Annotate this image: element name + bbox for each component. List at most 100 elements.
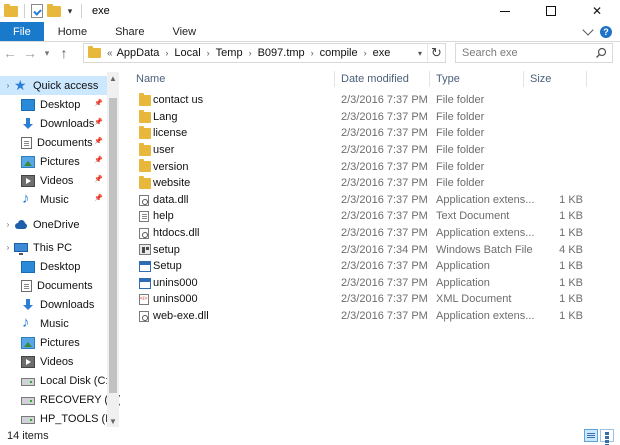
column-header-name[interactable]: Name xyxy=(130,71,335,87)
navigation-bar: ← → ▾ ↑ « AppData › Local › Temp › B097.… xyxy=(0,42,620,64)
sidebar-item-videos[interactable]: Videos 📌 xyxy=(0,171,107,190)
tab-view[interactable]: View xyxy=(158,22,210,41)
breadcrumb-b097-tmp[interactable]: B097.tmp xyxy=(258,47,305,59)
file-type: File folder xyxy=(436,177,485,190)
search-icon[interactable] xyxy=(595,47,607,59)
new-folder-icon[interactable] xyxy=(47,3,61,17)
address-history-icon[interactable]: ▾ xyxy=(413,44,427,62)
search-box[interactable] xyxy=(455,43,613,63)
tab-file[interactable]: File xyxy=(0,22,44,41)
breadcrumb-separator-icon[interactable]: › xyxy=(364,48,367,58)
sidebar-item-label: Documents xyxy=(37,136,93,149)
large-icons-view-button[interactable] xyxy=(600,429,614,445)
refresh-icon[interactable]: ↻ xyxy=(427,44,445,62)
scroll-up-icon[interactable]: ▲ xyxy=(107,72,119,84)
sidebar-item-quick-access[interactable]: › Quick access xyxy=(0,76,107,95)
file-type: File folder xyxy=(436,110,485,123)
up-button[interactable]: ↑ xyxy=(54,42,74,64)
sidebar-item-music[interactable]: Music xyxy=(0,314,107,333)
breadcrumb-separator-icon[interactable]: › xyxy=(165,48,168,58)
sidebar-item-label: Music xyxy=(40,317,69,330)
file-date-modified: 2/3/2016 7:37 PM xyxy=(341,227,428,240)
sidebar-item-music[interactable]: Music 📌 xyxy=(0,190,107,209)
breadcrumb-temp[interactable]: Temp xyxy=(216,47,243,59)
sidebar-item-documents[interactable]: Documents 📌 xyxy=(0,133,107,152)
breadcrumb-separator-icon[interactable]: › xyxy=(311,48,314,58)
view-switcher xyxy=(584,429,614,445)
close-button[interactable]: ✕ xyxy=(574,0,620,22)
table-row[interactable]: unins000 2/3/2016 7:37 PM XML Document 1 KB xyxy=(130,291,590,308)
table-row[interactable]: Lang 2/3/2016 7:37 PM File folder xyxy=(130,109,590,126)
file-date-modified: 2/3/2016 7:37 PM xyxy=(341,127,428,140)
pictures-icon xyxy=(21,336,35,349)
recent-locations-button[interactable]: ▾ xyxy=(40,42,54,64)
table-row[interactable]: version 2/3/2016 7:37 PM File folder xyxy=(130,158,590,175)
sidebar-item-recovery-e[interactable]: RECOVERY (E:) xyxy=(0,390,120,409)
breadcrumb-separator-icon[interactable]: › xyxy=(249,48,252,58)
forward-button[interactable]: → xyxy=(20,42,40,64)
table-row[interactable]: license 2/3/2016 7:37 PM File folder xyxy=(130,125,590,142)
sidebar-item-pictures[interactable]: Pictures xyxy=(0,333,107,352)
expand-chevron-icon[interactable]: › xyxy=(2,81,14,90)
file-type: File folder xyxy=(436,160,485,173)
navigation-pane-scrollbar[interactable]: ▲ ▼ xyxy=(107,72,119,427)
sidebar-item-documents[interactable]: Documents xyxy=(0,276,107,295)
file-date-modified: 2/3/2016 7:37 PM xyxy=(341,144,428,157)
minimize-button[interactable] xyxy=(482,0,528,22)
pictures-icon xyxy=(21,155,35,168)
table-row[interactable]: data.dll 2/3/2016 7:37 PM Application exte… xyxy=(130,192,590,209)
status-bar: 14 items xyxy=(0,427,620,445)
scroll-down-icon[interactable]: ▼ xyxy=(107,415,119,427)
sidebar-item-downloads[interactable]: Downloads 📌 xyxy=(0,114,107,133)
table-row[interactable]: help 2/3/2016 7:37 PM Text Document 1 KB xyxy=(130,208,590,225)
maximize-button[interactable] xyxy=(528,0,574,22)
table-row[interactable]: web-exe.dll 2/3/2016 7:37 PM Application e… xyxy=(130,308,590,325)
sidebar-item-label: Documents xyxy=(37,279,93,292)
sidebar-item-videos[interactable]: Videos xyxy=(0,352,107,371)
file-name: Lang xyxy=(153,110,178,123)
sidebar-item-local-disk-c[interactable]: Local Disk (C:) xyxy=(0,371,112,390)
table-row[interactable]: contact us 2/3/2016 7:37 PM File folder xyxy=(130,92,590,109)
sidebar-item-downloads[interactable]: Downloads xyxy=(0,295,107,314)
sidebar-item-label: Downloads xyxy=(40,298,95,311)
file-name: unins000 xyxy=(153,276,198,289)
file-type: XML Document xyxy=(436,293,512,306)
table-row[interactable]: htdocs.dll 2/3/2016 7:37 PM Application ex… xyxy=(130,225,590,242)
breadcrumb-separator-icon[interactable]: › xyxy=(207,48,210,58)
sidebar-item-desktop[interactable]: Desktop xyxy=(0,257,107,276)
breadcrumb-overflow-icon[interactable]: « xyxy=(107,48,113,59)
search-input[interactable] xyxy=(462,47,592,59)
breadcrumb-exe[interactable]: exe xyxy=(373,47,391,59)
sidebar-item-onedrive[interactable]: › OneDrive xyxy=(0,215,107,234)
file-date-modified: 2/3/2016 7:37 PM xyxy=(341,260,428,273)
table-row[interactable]: Setup 2/3/2016 7:37 PM Application 1 KB xyxy=(130,258,590,275)
sidebar-item-hp-tools-f[interactable]: HP_TOOLS (F:) xyxy=(0,409,119,427)
file-type: File folder xyxy=(436,144,485,157)
table-row[interactable]: setup 2/3/2016 7:34 PM Windows Batch File 4… xyxy=(130,241,590,258)
help-icon[interactable]: ? xyxy=(600,25,612,38)
tab-home[interactable]: Home xyxy=(44,22,101,41)
column-header-date-modified[interactable]: Date modified xyxy=(335,71,430,87)
table-row[interactable]: unins000 2/3/2016 7:37 PM Application 1 KB xyxy=(130,275,590,292)
details-view-button[interactable] xyxy=(584,429,598,442)
tab-share[interactable]: Share xyxy=(101,22,158,41)
breadcrumb-appdata[interactable]: AppData xyxy=(117,47,160,59)
column-header-type[interactable]: Type xyxy=(430,71,524,87)
address-bar[interactable]: « AppData › Local › Temp › B097.tmp › co… xyxy=(83,43,446,63)
sidebar-item-this-pc[interactable]: › This PC xyxy=(0,238,107,257)
breadcrumb-compile[interactable]: compile xyxy=(320,47,358,59)
table-row[interactable]: user 2/3/2016 7:37 PM File folder xyxy=(130,142,590,159)
scrollbar-thumb[interactable] xyxy=(109,98,117,393)
sidebar-item-pictures[interactable]: Pictures 📌 xyxy=(0,152,107,171)
sidebar-item-desktop[interactable]: Desktop 📌 xyxy=(0,95,107,114)
column-header-size[interactable]: Size xyxy=(524,71,587,87)
table-row[interactable]: website 2/3/2016 7:37 PM File folder xyxy=(130,175,590,192)
breadcrumb-local[interactable]: Local xyxy=(174,47,200,59)
expand-chevron-icon[interactable]: › xyxy=(2,220,14,229)
properties-icon[interactable] xyxy=(31,4,43,18)
expand-ribbon-icon[interactable] xyxy=(582,23,594,36)
expand-chevron-icon[interactable]: › xyxy=(2,243,14,252)
music-icon xyxy=(21,190,35,207)
back-button[interactable]: ← xyxy=(0,42,20,64)
customize-toolbar-icon[interactable]: ▾ xyxy=(65,6,75,17)
